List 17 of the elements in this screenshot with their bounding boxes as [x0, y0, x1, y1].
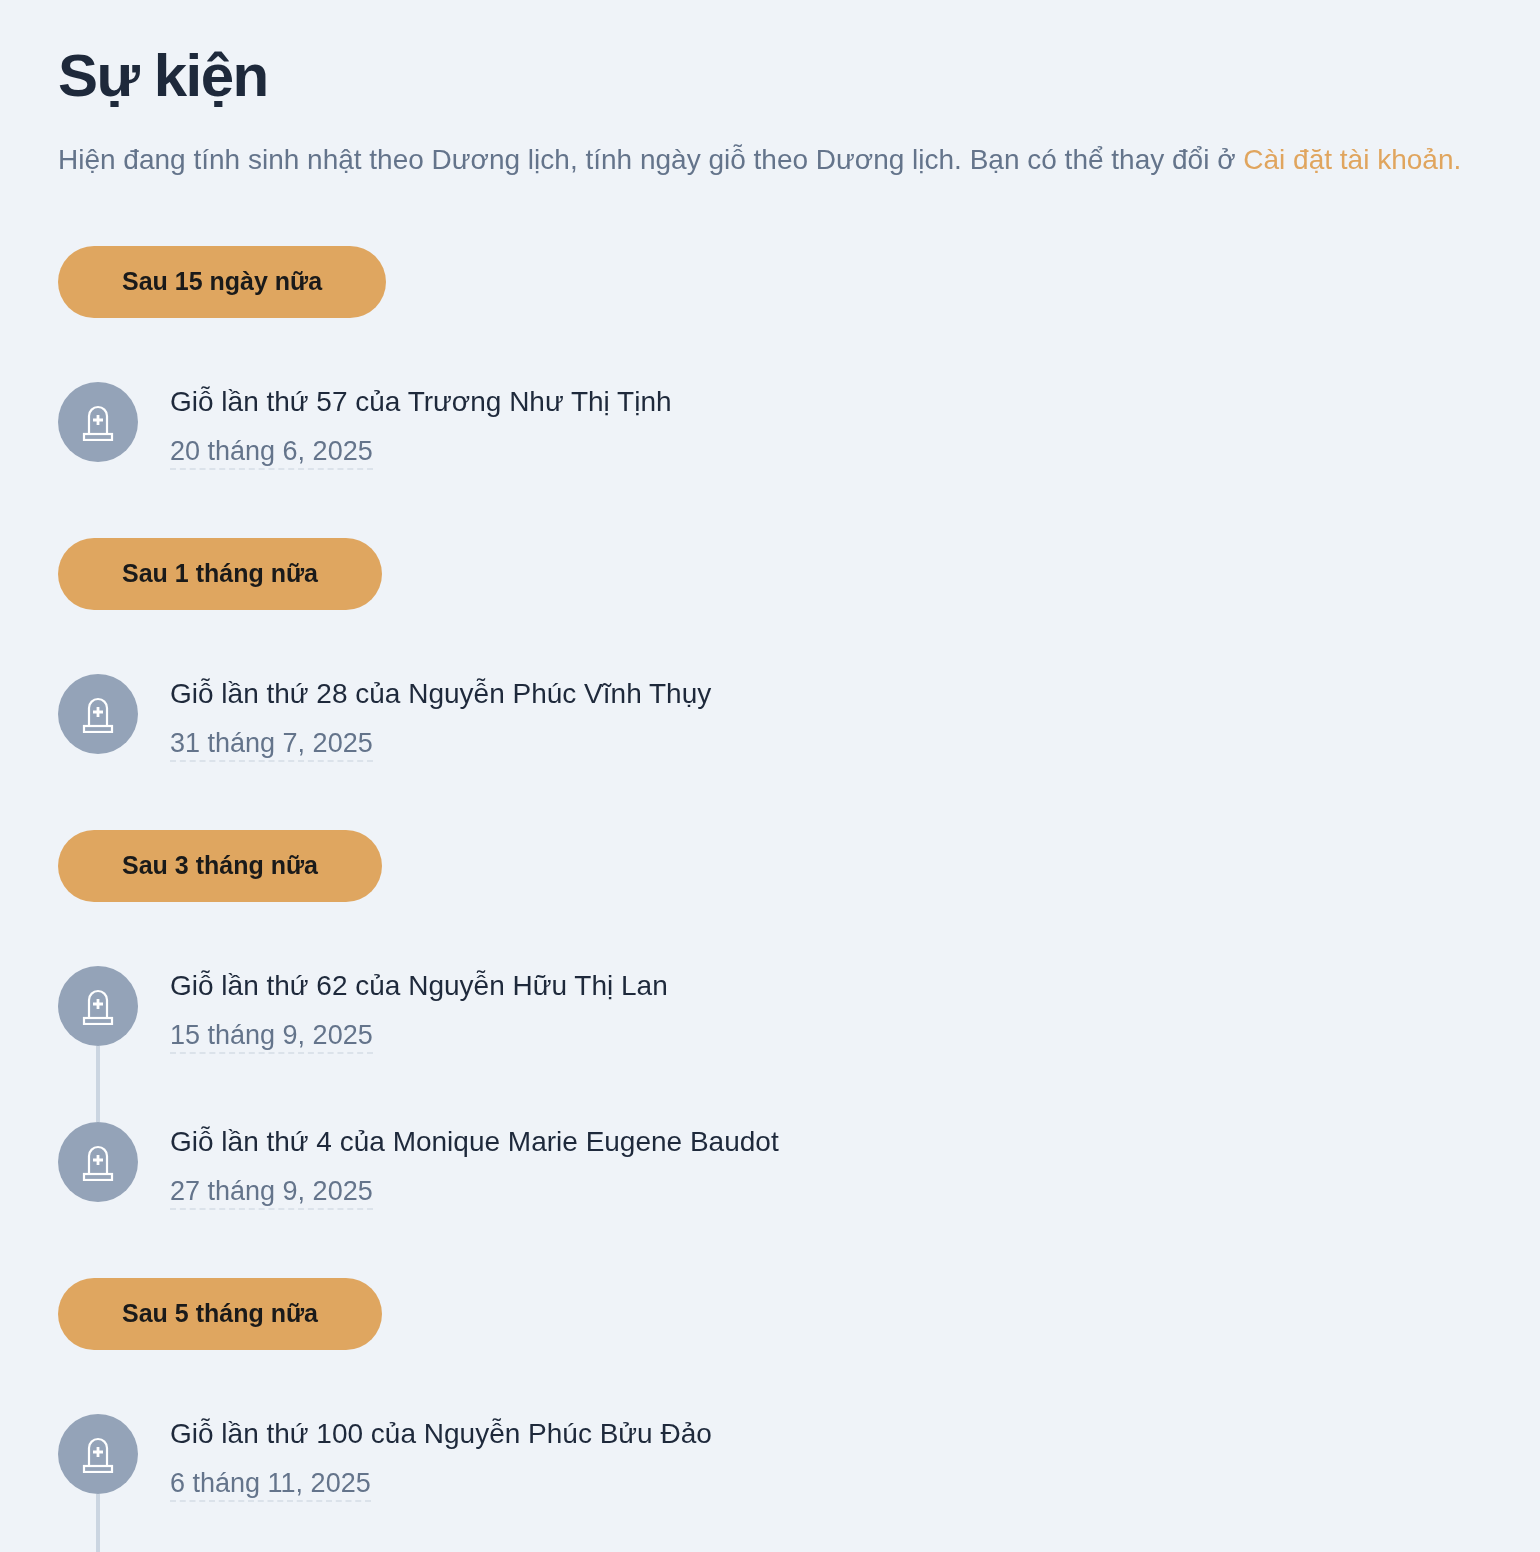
time-group-badge: Sau 1 tháng nữa — [58, 538, 382, 610]
event-date: 31 tháng 7, 2025 — [170, 726, 373, 762]
event-title: Giỗ lần thứ 28 của Nguyễn Phúc Vĩnh Thụy — [170, 677, 712, 711]
event-title: Giỗ lần thứ 4 của Monique Marie Eugene Baudot — [170, 1125, 779, 1159]
description-text: Hiện đang tính sinh nhật theo Dương lịch, tính ngày giỗ theo Dương lịch. Bạn có thể thay đổi ở Cài đặt tài khoản. — [58, 143, 1462, 177]
event-date: 20 tháng 6, 2025 — [170, 434, 373, 470]
time-group-badge: Sau 5 tháng nữa — [58, 1278, 382, 1350]
time-group-badge: Sau 3 tháng nữa — [58, 830, 382, 902]
event-date: 27 tháng 9, 2025 — [170, 1174, 373, 1210]
time-group-badge: Sau 15 ngày nữa — [58, 246, 387, 318]
event-title: Giỗ lần thứ 57 của Trương Như Thị Tịnh — [170, 385, 672, 419]
event-title: Giỗ lần thứ 62 của Nguyễn Hữu Thị Lan — [170, 969, 668, 1003]
event-title: Giỗ lần thứ 100 của Nguyễn Phúc Bửu Đảo — [170, 1417, 712, 1451]
account-settings-link[interactable]: Cài đặt tài khoản. — [1243, 144, 1462, 175]
page-title: Sự kiện — [58, 41, 268, 111]
event-date: 6 tháng 11, 2025 — [170, 1466, 371, 1502]
event-date: 15 tháng 9, 2025 — [170, 1018, 373, 1054]
